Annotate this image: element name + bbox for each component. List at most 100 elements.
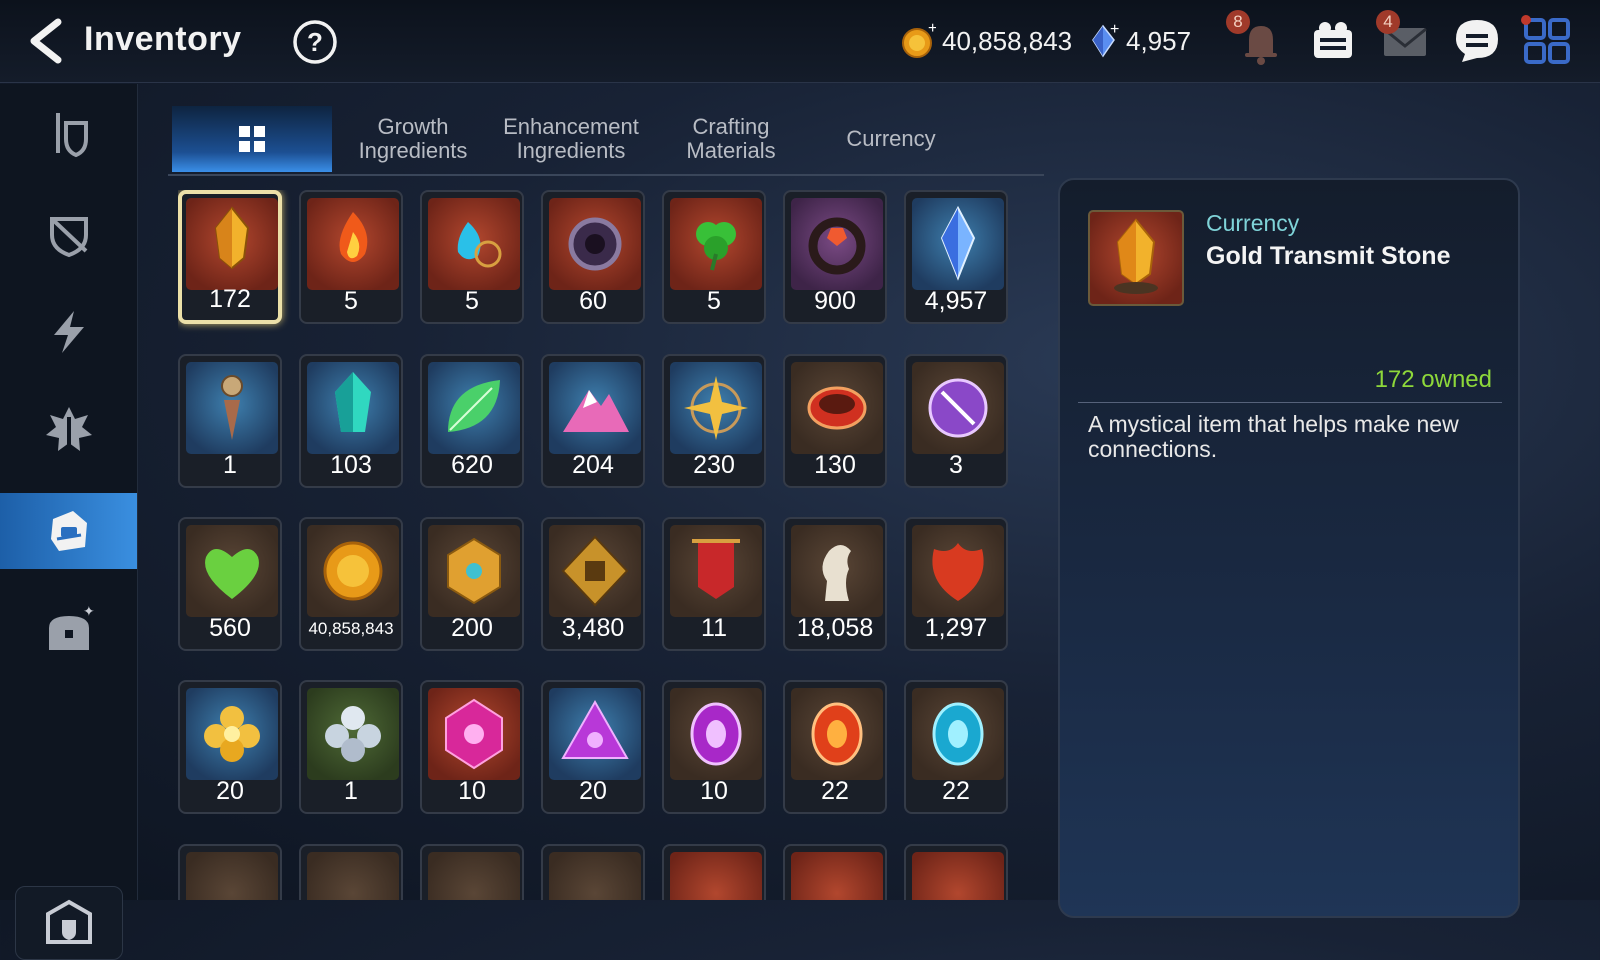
purple-oval-gem-icon xyxy=(670,688,762,780)
chest-icon: ✦ xyxy=(48,606,95,650)
inventory-item[interactable]: 22 xyxy=(904,680,1008,814)
inventory-item[interactable] xyxy=(904,844,1008,900)
item-image xyxy=(670,852,762,900)
nav-inventory[interactable] xyxy=(0,493,137,569)
svg-text:+: + xyxy=(1110,22,1119,38)
inventory-item[interactable] xyxy=(662,844,766,900)
inventory-item[interactable]: 20 xyxy=(541,680,645,814)
inventory-item[interactable]: 11 xyxy=(662,517,766,651)
item-detail-panel: Currency Gold Transmit Stone 172 owned A… xyxy=(1058,178,1520,918)
svg-text:✦: ✦ xyxy=(83,606,95,620)
inventory-item[interactable] xyxy=(420,844,524,900)
item-image xyxy=(791,852,883,900)
inventory-item[interactable] xyxy=(541,844,645,900)
detail-item-name: Gold Transmit Stone xyxy=(1206,242,1451,270)
inventory-item[interactable]: 900 xyxy=(783,190,887,324)
nav-skills[interactable] xyxy=(0,294,137,370)
leaf-icon xyxy=(428,362,520,454)
nav-equipment[interactable] xyxy=(0,96,137,172)
menu-grid-icon[interactable] xyxy=(1520,14,1574,68)
help-icon[interactable]: ? xyxy=(292,19,338,65)
team-icon[interactable] xyxy=(1306,14,1360,68)
top-bar: Inventory ? + 40,858,843 + 4,957 8 4 xyxy=(0,0,1600,83)
pink-gem-hex-icon xyxy=(428,688,520,780)
inventory-item[interactable]: 1 xyxy=(299,680,403,814)
inventory-item[interactable] xyxy=(299,844,403,900)
inventory-item[interactable]: 172 xyxy=(178,190,282,324)
inventory-item[interactable]: 620 xyxy=(420,354,524,488)
item-quantity: 1,297 xyxy=(924,614,988,642)
inventory-item[interactable]: 22 xyxy=(783,680,887,814)
tab-enhancement-ingredients[interactable]: Enhancement Ingredients xyxy=(496,106,646,172)
red-leaf-icon xyxy=(912,525,1004,617)
inventory-item[interactable]: 560 xyxy=(178,517,282,651)
item-quantity: 204 xyxy=(572,451,614,479)
inventory-item[interactable]: 130 xyxy=(783,354,887,488)
inventory-item[interactable]: 40,858,843 xyxy=(299,517,403,651)
tab-crafting-materials[interactable]: Crafting Materials xyxy=(656,106,806,172)
gold-coin-icon: + xyxy=(902,23,936,58)
crystal-currency[interactable]: + 4,957 xyxy=(1090,21,1191,61)
inventory-item[interactable] xyxy=(783,844,887,900)
svg-text:+: + xyxy=(928,23,936,37)
inventory-item[interactable]: 5 xyxy=(299,190,403,324)
tab-currency[interactable]: Currency xyxy=(816,106,966,172)
inventory-item[interactable]: 3 xyxy=(904,354,1008,488)
svg-text:?: ? xyxy=(307,27,323,57)
clover-rune-icon xyxy=(670,198,762,290)
star-compass-icon xyxy=(670,362,762,454)
inventory-item[interactable]: 103 xyxy=(299,354,403,488)
inventory-item[interactable]: 5 xyxy=(420,190,524,324)
inventory-item[interactable]: 5 xyxy=(662,190,766,324)
green-heart-icon xyxy=(186,525,278,617)
inventory-item[interactable]: 20 xyxy=(178,680,282,814)
item-image xyxy=(307,852,399,900)
gold-flower-icon xyxy=(186,688,278,780)
item-quantity: 3,480 xyxy=(561,614,625,642)
inventory-item[interactable]: 230 xyxy=(662,354,766,488)
inventory-item[interactable]: 10 xyxy=(420,680,524,814)
cyan-oval-gem-icon xyxy=(912,688,1004,780)
nav-storage[interactable] xyxy=(15,886,123,960)
back-arrow-icon[interactable] xyxy=(22,16,72,66)
detail-item-image xyxy=(1088,210,1184,306)
inventory-item[interactable]: 4,957 xyxy=(904,190,1008,324)
item-quantity: 900 xyxy=(814,287,856,315)
nav-artifacts[interactable] xyxy=(0,196,137,272)
item-quantity: 1 xyxy=(223,451,237,479)
nav-chests[interactable]: ✦ xyxy=(0,594,137,670)
silver-flower-icon xyxy=(307,688,399,780)
sword-emblem-icon xyxy=(45,407,92,451)
chat-icon[interactable] xyxy=(1450,14,1504,68)
inventory-item[interactable]: 204 xyxy=(541,354,645,488)
inventory-item[interactable]: 10 xyxy=(662,680,766,814)
detail-owned-count: 172 owned xyxy=(1374,366,1492,393)
inventory-item[interactable] xyxy=(178,844,282,900)
crystal-icon: + xyxy=(1092,22,1119,58)
red-bracelet-icon xyxy=(791,362,883,454)
gold-stone-icon xyxy=(1114,218,1158,294)
detail-description: A mystical item that helps make new conn… xyxy=(1088,411,1459,462)
gold-currency[interactable]: + 40,858,843 xyxy=(900,21,1072,61)
item-image xyxy=(549,852,641,900)
inventory-item[interactable]: 3,480 xyxy=(541,517,645,651)
item-quantity: 40,858,843 xyxy=(308,619,394,638)
inventory-item[interactable]: 1 xyxy=(178,354,282,488)
tab-growth-ingredients[interactable]: Growth Ingredients xyxy=(338,106,488,172)
fire-rune-icon xyxy=(307,198,399,290)
pendulum-icon xyxy=(186,362,278,454)
teal-crystal-icon xyxy=(307,362,399,454)
tab-all[interactable] xyxy=(172,106,332,172)
inventory-item[interactable]: 18,058 xyxy=(783,517,887,651)
purple-triangle-gem-icon xyxy=(549,688,641,780)
red-banner-icon xyxy=(670,525,762,617)
page-title: Inventory xyxy=(84,20,242,58)
inventory-item[interactable]: 1,297 xyxy=(904,517,1008,651)
item-quantity: 4,957 xyxy=(924,287,988,315)
item-image xyxy=(428,852,520,900)
category-tabs: Growth Ingredients Enhancement Ingredien… xyxy=(168,106,1044,176)
inventory-item[interactable]: 200 xyxy=(420,517,524,651)
item-quantity: 10 xyxy=(458,777,486,805)
inventory-item[interactable]: 60 xyxy=(541,190,645,324)
nav-emblems[interactable] xyxy=(0,392,137,468)
